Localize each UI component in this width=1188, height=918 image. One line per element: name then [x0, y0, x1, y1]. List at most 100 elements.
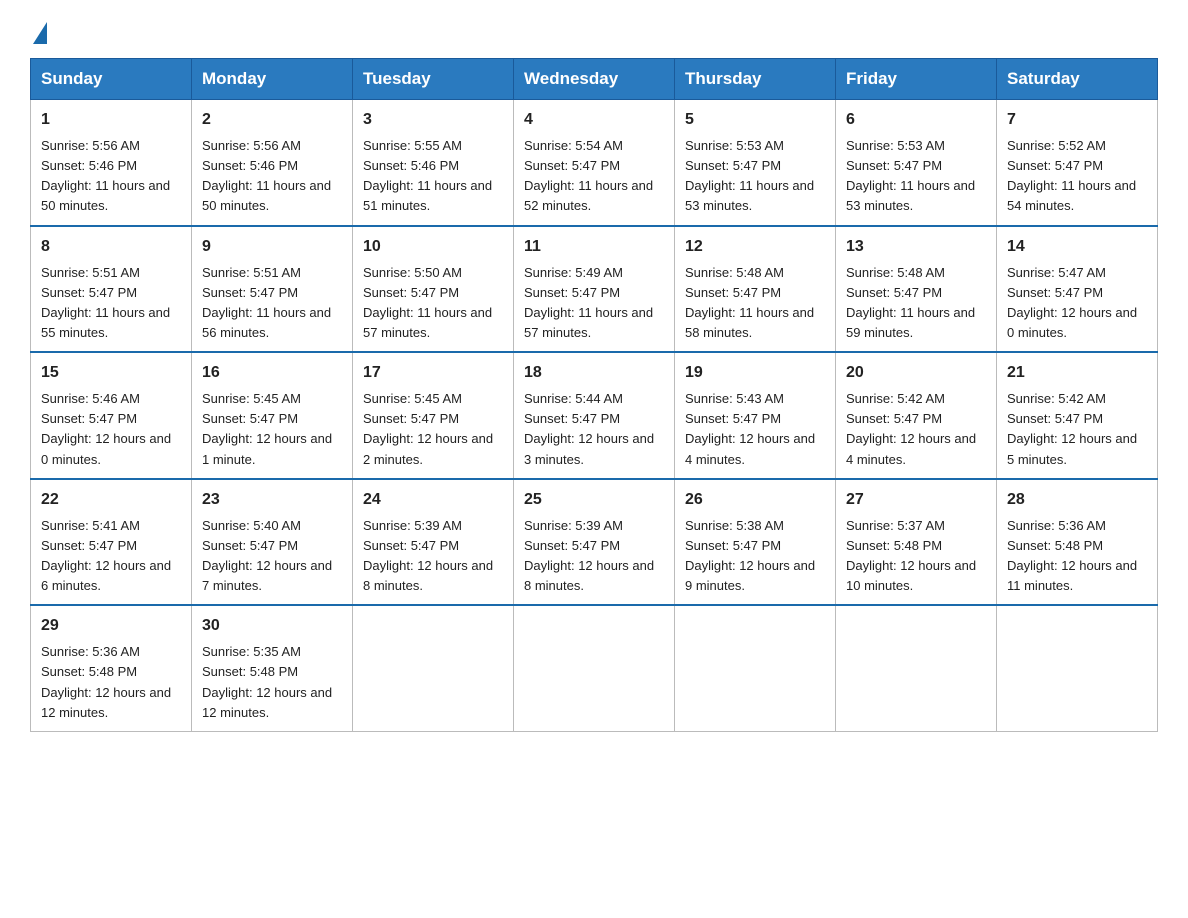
- calendar-week-row: 22 Sunrise: 5:41 AMSunset: 5:47 PMDaylig…: [31, 479, 1158, 606]
- calendar-day-cell: 9 Sunrise: 5:51 AMSunset: 5:47 PMDayligh…: [192, 226, 353, 353]
- calendar-week-row: 8 Sunrise: 5:51 AMSunset: 5:47 PMDayligh…: [31, 226, 1158, 353]
- calendar-day-cell: 24 Sunrise: 5:39 AMSunset: 5:47 PMDaylig…: [353, 479, 514, 606]
- day-info: Sunrise: 5:55 AMSunset: 5:46 PMDaylight:…: [363, 138, 492, 213]
- day-info: Sunrise: 5:48 AMSunset: 5:47 PMDaylight:…: [846, 265, 975, 340]
- day-number: 10: [363, 235, 503, 259]
- day-number: 30: [202, 614, 342, 638]
- day-number: 9: [202, 235, 342, 259]
- calendar-day-cell: 4 Sunrise: 5:54 AMSunset: 5:47 PMDayligh…: [514, 100, 675, 226]
- day-info: Sunrise: 5:46 AMSunset: 5:47 PMDaylight:…: [41, 391, 171, 466]
- day-number: 3: [363, 108, 503, 132]
- calendar-day-cell: [836, 605, 997, 731]
- day-number: 16: [202, 361, 342, 385]
- day-info: Sunrise: 5:38 AMSunset: 5:47 PMDaylight:…: [685, 518, 815, 593]
- day-info: Sunrise: 5:44 AMSunset: 5:47 PMDaylight:…: [524, 391, 654, 466]
- day-number: 13: [846, 235, 986, 259]
- day-info: Sunrise: 5:53 AMSunset: 5:47 PMDaylight:…: [846, 138, 975, 213]
- day-info: Sunrise: 5:48 AMSunset: 5:47 PMDaylight:…: [685, 265, 814, 340]
- day-number: 20: [846, 361, 986, 385]
- weekday-header-saturday: Saturday: [997, 59, 1158, 100]
- calendar-day-cell: 16 Sunrise: 5:45 AMSunset: 5:47 PMDaylig…: [192, 352, 353, 479]
- day-info: Sunrise: 5:56 AMSunset: 5:46 PMDaylight:…: [202, 138, 331, 213]
- day-number: 5: [685, 108, 825, 132]
- weekday-header-sunday: Sunday: [31, 59, 192, 100]
- day-info: Sunrise: 5:39 AMSunset: 5:47 PMDaylight:…: [524, 518, 654, 593]
- day-info: Sunrise: 5:42 AMSunset: 5:47 PMDaylight:…: [1007, 391, 1137, 466]
- day-info: Sunrise: 5:41 AMSunset: 5:47 PMDaylight:…: [41, 518, 171, 593]
- day-number: 17: [363, 361, 503, 385]
- calendar-day-cell: 18 Sunrise: 5:44 AMSunset: 5:47 PMDaylig…: [514, 352, 675, 479]
- day-number: 18: [524, 361, 664, 385]
- day-info: Sunrise: 5:54 AMSunset: 5:47 PMDaylight:…: [524, 138, 653, 213]
- day-info: Sunrise: 5:40 AMSunset: 5:47 PMDaylight:…: [202, 518, 332, 593]
- day-info: Sunrise: 5:51 AMSunset: 5:47 PMDaylight:…: [41, 265, 170, 340]
- day-number: 1: [41, 108, 181, 132]
- calendar-day-cell: 22 Sunrise: 5:41 AMSunset: 5:47 PMDaylig…: [31, 479, 192, 606]
- weekday-header-friday: Friday: [836, 59, 997, 100]
- day-number: 27: [846, 488, 986, 512]
- day-number: 11: [524, 235, 664, 259]
- day-info: Sunrise: 5:42 AMSunset: 5:47 PMDaylight:…: [846, 391, 976, 466]
- calendar-day-cell: 21 Sunrise: 5:42 AMSunset: 5:47 PMDaylig…: [997, 352, 1158, 479]
- calendar-day-cell: 8 Sunrise: 5:51 AMSunset: 5:47 PMDayligh…: [31, 226, 192, 353]
- calendar-day-cell: 10 Sunrise: 5:50 AMSunset: 5:47 PMDaylig…: [353, 226, 514, 353]
- calendar-day-cell: 14 Sunrise: 5:47 AMSunset: 5:47 PMDaylig…: [997, 226, 1158, 353]
- calendar-day-cell: 1 Sunrise: 5:56 AMSunset: 5:46 PMDayligh…: [31, 100, 192, 226]
- day-number: 25: [524, 488, 664, 512]
- calendar-table: SundayMondayTuesdayWednesdayThursdayFrid…: [30, 58, 1158, 732]
- day-number: 24: [363, 488, 503, 512]
- calendar-day-cell: 17 Sunrise: 5:45 AMSunset: 5:47 PMDaylig…: [353, 352, 514, 479]
- day-info: Sunrise: 5:36 AMSunset: 5:48 PMDaylight:…: [41, 644, 171, 719]
- day-info: Sunrise: 5:51 AMSunset: 5:47 PMDaylight:…: [202, 265, 331, 340]
- day-number: 7: [1007, 108, 1147, 132]
- day-number: 26: [685, 488, 825, 512]
- logo: [30, 20, 47, 40]
- calendar-day-cell: 30 Sunrise: 5:35 AMSunset: 5:48 PMDaylig…: [192, 605, 353, 731]
- calendar-day-cell: 11 Sunrise: 5:49 AMSunset: 5:47 PMDaylig…: [514, 226, 675, 353]
- calendar-day-cell: [353, 605, 514, 731]
- day-info: Sunrise: 5:39 AMSunset: 5:47 PMDaylight:…: [363, 518, 493, 593]
- weekday-header-row: SundayMondayTuesdayWednesdayThursdayFrid…: [31, 59, 1158, 100]
- calendar-day-cell: 7 Sunrise: 5:52 AMSunset: 5:47 PMDayligh…: [997, 100, 1158, 226]
- day-info: Sunrise: 5:45 AMSunset: 5:47 PMDaylight:…: [363, 391, 493, 466]
- calendar-day-cell: 28 Sunrise: 5:36 AMSunset: 5:48 PMDaylig…: [997, 479, 1158, 606]
- day-number: 15: [41, 361, 181, 385]
- calendar-day-cell: 3 Sunrise: 5:55 AMSunset: 5:46 PMDayligh…: [353, 100, 514, 226]
- day-info: Sunrise: 5:52 AMSunset: 5:47 PMDaylight:…: [1007, 138, 1136, 213]
- day-info: Sunrise: 5:45 AMSunset: 5:47 PMDaylight:…: [202, 391, 332, 466]
- calendar-day-cell: 25 Sunrise: 5:39 AMSunset: 5:47 PMDaylig…: [514, 479, 675, 606]
- calendar-day-cell: 15 Sunrise: 5:46 AMSunset: 5:47 PMDaylig…: [31, 352, 192, 479]
- calendar-day-cell: 5 Sunrise: 5:53 AMSunset: 5:47 PMDayligh…: [675, 100, 836, 226]
- day-info: Sunrise: 5:37 AMSunset: 5:48 PMDaylight:…: [846, 518, 976, 593]
- calendar-week-row: 15 Sunrise: 5:46 AMSunset: 5:47 PMDaylig…: [31, 352, 1158, 479]
- day-number: 23: [202, 488, 342, 512]
- day-number: 14: [1007, 235, 1147, 259]
- calendar-day-cell: 6 Sunrise: 5:53 AMSunset: 5:47 PMDayligh…: [836, 100, 997, 226]
- day-number: 22: [41, 488, 181, 512]
- page-header: [30, 20, 1158, 40]
- calendar-week-row: 29 Sunrise: 5:36 AMSunset: 5:48 PMDaylig…: [31, 605, 1158, 731]
- calendar-day-cell: 29 Sunrise: 5:36 AMSunset: 5:48 PMDaylig…: [31, 605, 192, 731]
- day-number: 8: [41, 235, 181, 259]
- calendar-day-cell: 26 Sunrise: 5:38 AMSunset: 5:47 PMDaylig…: [675, 479, 836, 606]
- calendar-week-row: 1 Sunrise: 5:56 AMSunset: 5:46 PMDayligh…: [31, 100, 1158, 226]
- weekday-header-wednesday: Wednesday: [514, 59, 675, 100]
- day-info: Sunrise: 5:49 AMSunset: 5:47 PMDaylight:…: [524, 265, 653, 340]
- day-number: 4: [524, 108, 664, 132]
- calendar-day-cell: [514, 605, 675, 731]
- day-number: 19: [685, 361, 825, 385]
- day-info: Sunrise: 5:35 AMSunset: 5:48 PMDaylight:…: [202, 644, 332, 719]
- day-number: 6: [846, 108, 986, 132]
- calendar-day-cell: 23 Sunrise: 5:40 AMSunset: 5:47 PMDaylig…: [192, 479, 353, 606]
- day-number: 28: [1007, 488, 1147, 512]
- day-info: Sunrise: 5:43 AMSunset: 5:47 PMDaylight:…: [685, 391, 815, 466]
- day-number: 21: [1007, 361, 1147, 385]
- day-number: 2: [202, 108, 342, 132]
- day-info: Sunrise: 5:50 AMSunset: 5:47 PMDaylight:…: [363, 265, 492, 340]
- calendar-day-cell: 2 Sunrise: 5:56 AMSunset: 5:46 PMDayligh…: [192, 100, 353, 226]
- calendar-day-cell: 19 Sunrise: 5:43 AMSunset: 5:47 PMDaylig…: [675, 352, 836, 479]
- calendar-day-cell: [675, 605, 836, 731]
- weekday-header-monday: Monday: [192, 59, 353, 100]
- calendar-day-cell: [997, 605, 1158, 731]
- weekday-header-thursday: Thursday: [675, 59, 836, 100]
